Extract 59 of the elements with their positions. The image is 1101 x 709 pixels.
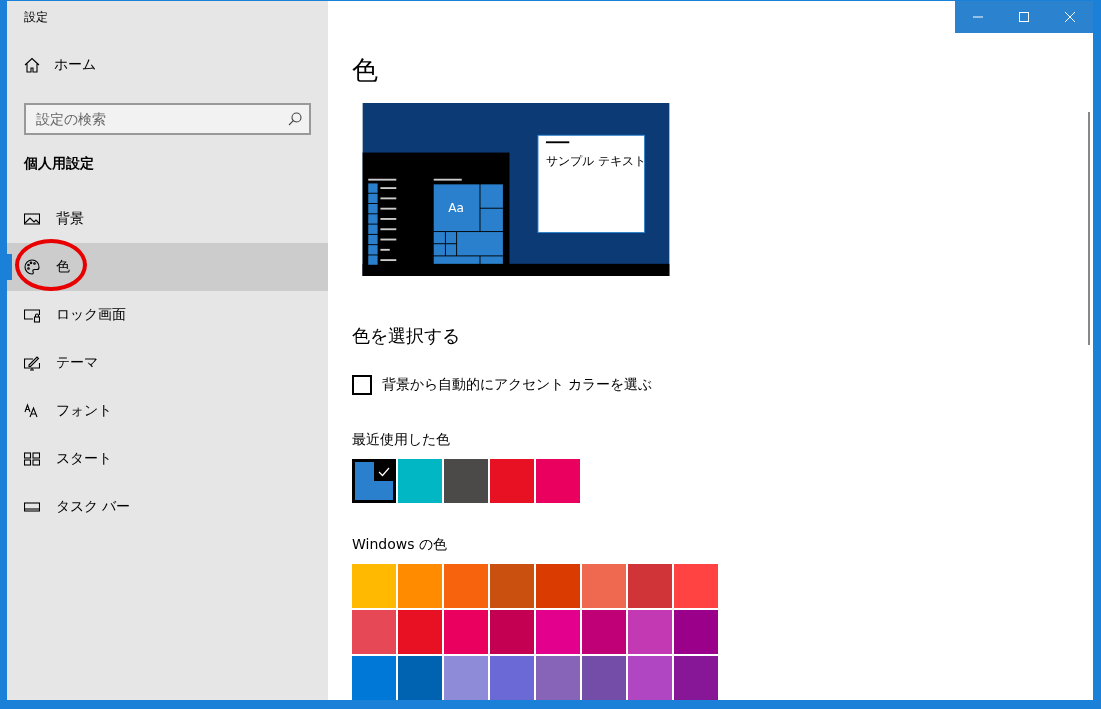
- color-swatch[interactable]: [352, 656, 396, 700]
- search-field[interactable]: 設定の検索: [24, 103, 311, 135]
- color-swatch[interactable]: [628, 656, 672, 700]
- home-icon: [24, 57, 40, 73]
- color-swatch[interactable]: [398, 564, 442, 608]
- color-swatch[interactable]: [582, 564, 626, 608]
- section-heading: 色を選択する: [352, 324, 460, 348]
- home-nav-item[interactable]: ホーム: [7, 49, 328, 81]
- search-icon: [288, 112, 302, 126]
- color-swatch[interactable]: [674, 564, 718, 608]
- palette-icon: [24, 259, 40, 275]
- nav-item[interactable]: テーマ: [7, 339, 328, 387]
- section-heading: 個人用設定: [23, 154, 95, 173]
- page-title: 色: [352, 54, 378, 87]
- color-swatch[interactable]: [536, 459, 580, 503]
- color-swatch[interactable]: [536, 610, 580, 654]
- section-label: Windows の色: [352, 536, 447, 554]
- color-swatch[interactable]: [628, 610, 672, 654]
- color-swatch[interactable]: [536, 656, 580, 700]
- color-swatch[interactable]: [490, 459, 534, 503]
- color-swatch[interactable]: [398, 656, 442, 700]
- start-icon: [24, 451, 40, 467]
- checkbox-label: 背景から自動的にアクセント カラーを選ぶ: [382, 376, 653, 394]
- picture-icon: [24, 211, 40, 227]
- color-swatch[interactable]: [674, 656, 718, 700]
- nav-item[interactable]: スタート: [7, 435, 328, 483]
- lock-screen-icon: [24, 307, 40, 323]
- close-icon: [1064, 10, 1076, 23]
- color-swatch[interactable]: [628, 564, 672, 608]
- color-swatch[interactable]: [490, 656, 534, 700]
- color-swatch[interactable]: [352, 564, 396, 608]
- color-swatch[interactable]: [536, 564, 580, 608]
- taskbar-icon: [24, 499, 40, 515]
- checkbox[interactable]: [352, 375, 372, 395]
- nav-item[interactable]: 背景: [7, 195, 328, 243]
- color-swatch[interactable]: [582, 610, 626, 654]
- font-icon: [24, 403, 40, 419]
- color-swatch[interactable]: [444, 564, 488, 608]
- color-swatch[interactable]: [490, 564, 534, 608]
- color-swatch[interactable]: [444, 656, 488, 700]
- color-swatch[interactable]: [490, 610, 534, 654]
- color-swatch[interactable]: [398, 459, 442, 503]
- color-swatch[interactable]: [352, 610, 396, 654]
- check-icon: [377, 465, 390, 478]
- color-swatch[interactable]: [352, 459, 396, 503]
- selection-indicator: [7, 254, 12, 280]
- nav-item[interactable]: ロック画面: [7, 291, 328, 339]
- color-swatch[interactable]: [398, 610, 442, 654]
- window-title: 設定: [23, 9, 49, 26]
- nav-item[interactable]: タスク バー: [7, 483, 328, 531]
- color-swatch[interactable]: [444, 610, 488, 654]
- section-label: 最近使用した色: [352, 431, 450, 449]
- color-swatch[interactable]: [582, 656, 626, 700]
- color-swatch[interactable]: [674, 610, 718, 654]
- nav-item[interactable]: フォント: [7, 387, 328, 435]
- color-swatch[interactable]: [444, 459, 488, 503]
- scrollbar[interactable]: [1088, 112, 1090, 345]
- theme-icon: [24, 355, 40, 371]
- maximize-icon: [1018, 10, 1030, 23]
